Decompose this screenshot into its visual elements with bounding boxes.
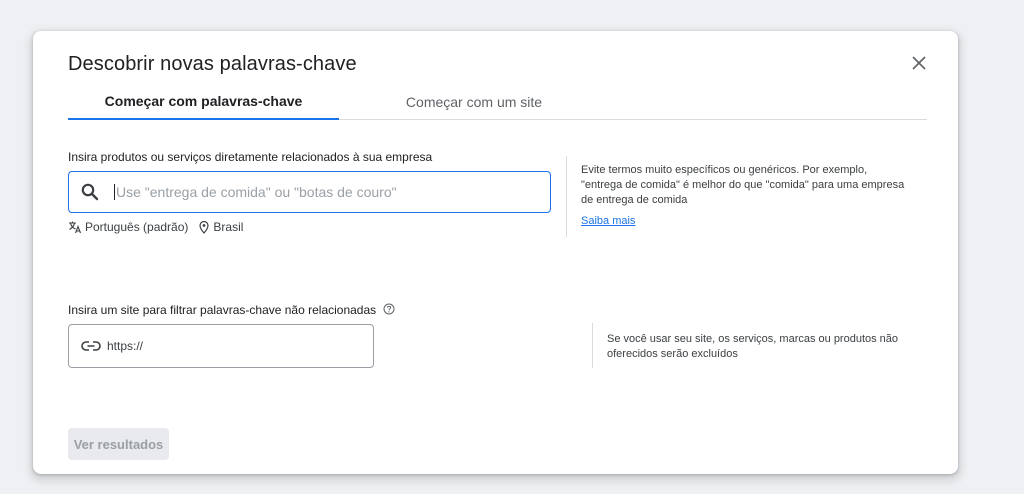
learn-more-link[interactable]: Saiba mais bbox=[581, 215, 635, 227]
location-pin-icon bbox=[199, 220, 210, 234]
site-hint: Se você usar seu site, os serviços, marc… bbox=[607, 333, 899, 360]
keywords-hint: Evite termos muito específicos ou genéri… bbox=[581, 164, 905, 206]
help-icon[interactable] bbox=[383, 303, 395, 315]
location-setting[interactable]: Brasil bbox=[198, 220, 243, 234]
location-label: Brasil bbox=[213, 220, 244, 234]
site-url-field[interactable] bbox=[68, 324, 374, 368]
site-url-input[interactable] bbox=[107, 339, 367, 353]
translate-icon bbox=[69, 221, 82, 234]
tab-bar: Começar com palavras-chave Começar com u… bbox=[68, 83, 927, 120]
language-setting[interactable]: Português (padrão) bbox=[68, 220, 188, 234]
tab-start-with-site[interactable]: Começar com um site bbox=[339, 83, 609, 120]
view-results-button[interactable]: Ver resultados bbox=[68, 428, 169, 460]
close-icon bbox=[912, 56, 926, 70]
tab-start-with-keywords[interactable]: Começar com palavras-chave bbox=[68, 83, 339, 120]
divider bbox=[592, 323, 593, 368]
keywords-field-label: Insira produtos ou serviços diretamente … bbox=[68, 150, 433, 164]
targeting-settings: Português (padrão) Brasil bbox=[68, 220, 243, 234]
language-label: Português (padrão) bbox=[85, 220, 189, 234]
keywords-search-field[interactable] bbox=[68, 171, 551, 213]
site-field-label: Insira um site para filtrar palavras-cha… bbox=[68, 303, 395, 317]
keyword-discovery-dialog: Descobrir novas palavras-chave Começar c… bbox=[33, 31, 958, 474]
divider bbox=[566, 156, 567, 237]
keywords-input[interactable] bbox=[116, 184, 536, 200]
link-icon bbox=[81, 336, 101, 356]
search-icon bbox=[80, 182, 100, 202]
close-button[interactable] bbox=[907, 51, 931, 75]
dialog-title: Descobrir novas palavras-chave bbox=[68, 53, 357, 75]
text-cursor bbox=[114, 184, 115, 200]
